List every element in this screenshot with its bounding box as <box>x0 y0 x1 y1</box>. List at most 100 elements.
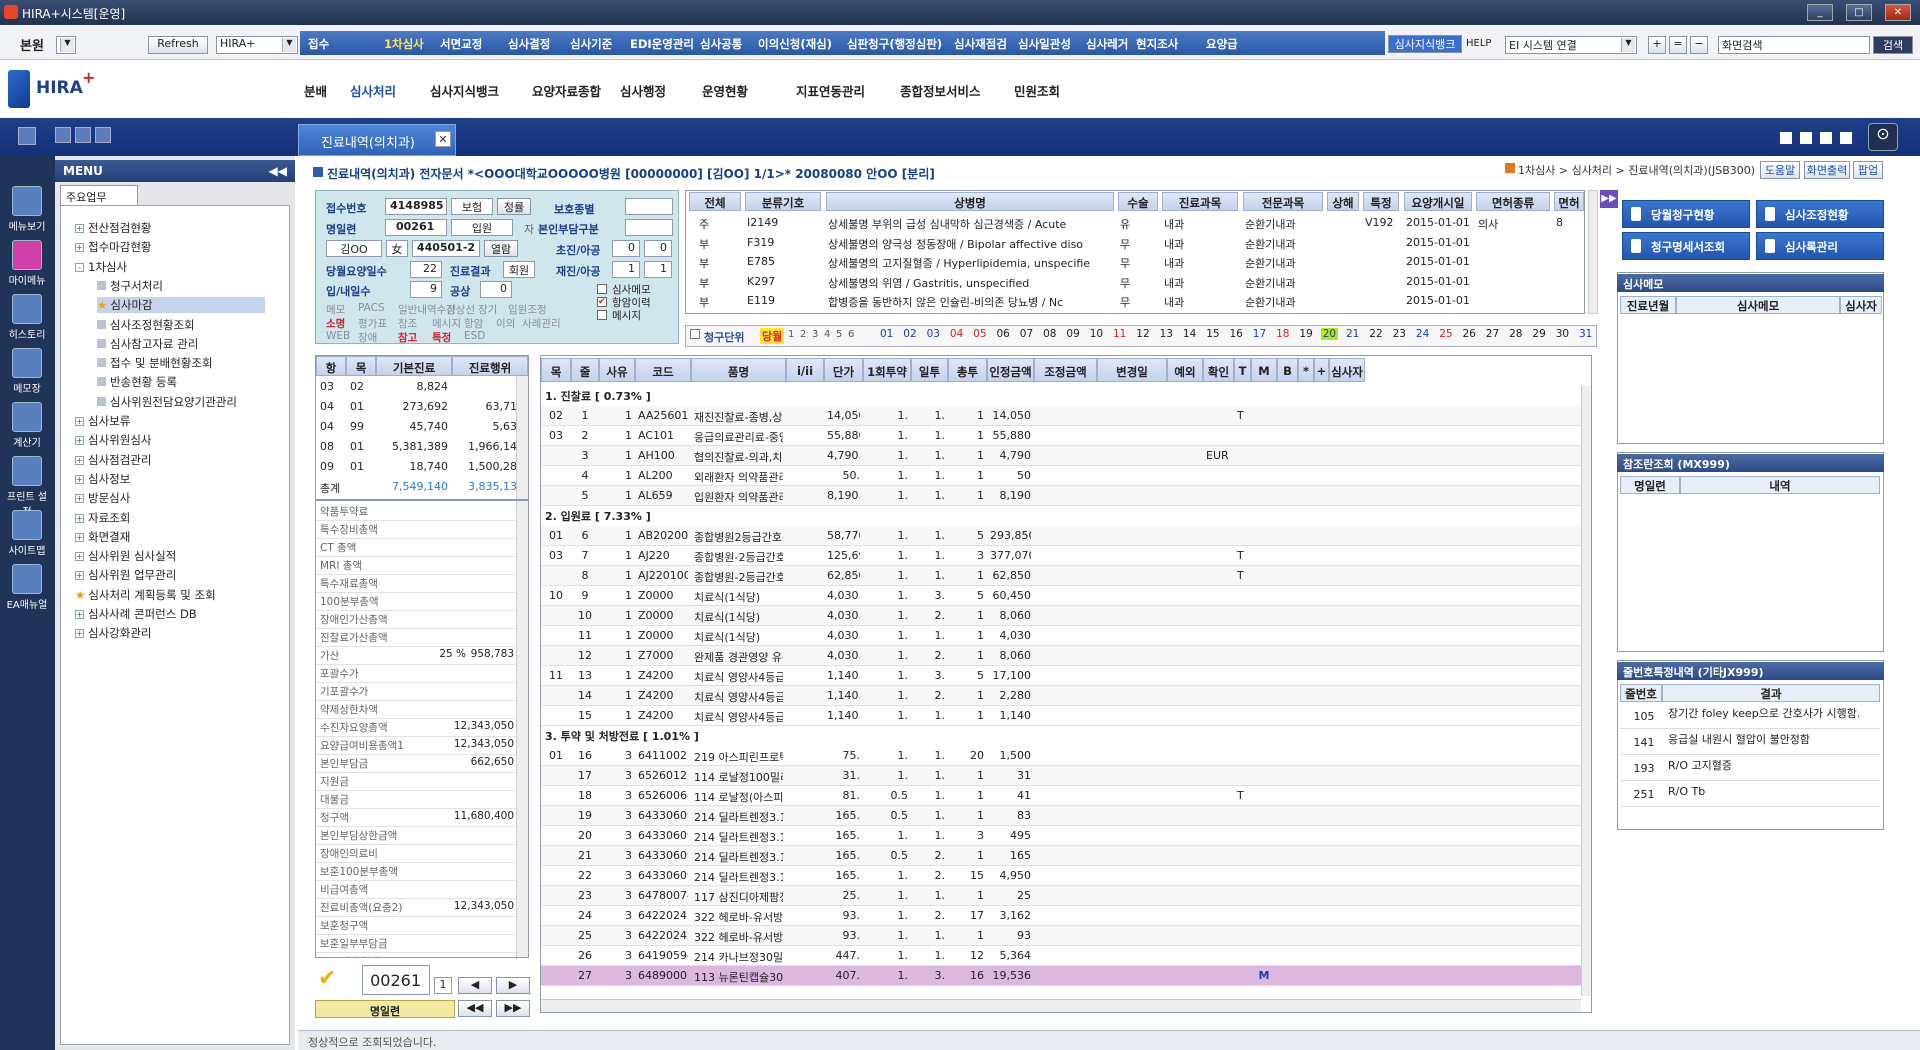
diagnosis-cell[interactable]: 무 <box>1120 236 1160 252</box>
detail-col-header[interactable]: 일투 <box>911 358 948 382</box>
top-menu-item[interactable]: 심사기준 <box>570 36 612 52</box>
unit-number[interactable]: 6 <box>848 329 854 340</box>
detail-col-header[interactable]: 코드 <box>635 358 691 382</box>
diagnosis-cell[interactable]: F319 <box>747 236 823 249</box>
checkbox[interactable]: ✔ <box>597 297 607 307</box>
day-cell[interactable]: 10 <box>1088 328 1105 340</box>
tab-treatment-details[interactable]: 진료내역(의치과) ✕ <box>298 124 456 156</box>
secondary-menu-item[interactable]: 종합정보서비스 <box>900 81 981 100</box>
menu-item[interactable]: 접수 및 분배현황조회 <box>97 355 213 371</box>
close-icon[interactable]: ✕ <box>435 131 451 147</box>
day-cell[interactable]: 24 <box>1414 328 1431 340</box>
detail-col-header[interactable]: i/ii <box>786 358 824 382</box>
detail-col-header[interactable]: 심사자 <box>1329 358 1365 382</box>
unit-number[interactable]: 1 <box>788 329 794 340</box>
unit-number[interactable]: 2 <box>800 329 806 340</box>
day-cell[interactable]: 02 <box>901 328 918 340</box>
diagnosis-cell[interactable]: 유 <box>1120 216 1160 232</box>
day-cell[interactable]: 12 <box>1134 328 1151 340</box>
menu-item[interactable]: + 심사보류 <box>75 413 130 429</box>
maximize-button[interactable]: □ <box>1846 4 1872 21</box>
day-cell[interactable]: 04 <box>948 328 965 340</box>
diagnosis-cell[interactable]: 합병증을 동반하지 않은 인슐린-비의존 당뇨병 / Nc <box>828 294 1116 310</box>
info-link[interactable]: 메모 <box>326 302 345 317</box>
menu-item[interactable]: + 자료조회 <box>75 510 130 526</box>
secondary-menu-item[interactable]: 요양자료종합 <box>532 81 601 100</box>
secondary-menu-item[interactable]: 심사행정 <box>620 81 666 100</box>
detail-v-scrollbar[interactable] <box>1581 386 1591 996</box>
next-button[interactable]: ▶ <box>496 977 530 994</box>
branch-select[interactable]: ▼ <box>56 36 76 54</box>
diagnosis-cell[interactable]: 상세불명의 위염 / Gastritis, unspecified <box>828 275 1116 291</box>
diagnosis-cell[interactable]: 2015-01-01 <box>1406 294 1474 307</box>
expand-icon[interactable]: + <box>75 552 84 562</box>
diagnosis-cell[interactable]: 부 <box>699 294 751 310</box>
expand-icon[interactable]: + <box>75 494 84 504</box>
expand-icon[interactable]: + <box>75 571 84 581</box>
day-cell[interactable]: 17 <box>1251 328 1268 340</box>
diagnosis-cell[interactable]: 8 <box>1556 216 1586 229</box>
diagnosis-cell[interactable]: 주 <box>699 216 751 232</box>
top-menu-item[interactable]: 이의신청(재심) <box>758 36 832 52</box>
layout-icon[interactable] <box>1820 132 1832 144</box>
detail-col-header[interactable]: 총투 <box>948 358 987 382</box>
diagnosis-cell[interactable]: 2015-01-01 <box>1406 236 1474 249</box>
detail-col-header[interactable]: 1회투약 <box>863 358 911 382</box>
protection-type-field[interactable] <box>625 198 673 215</box>
checkbox[interactable] <box>597 310 607 320</box>
home-icon[interactable] <box>55 127 71 143</box>
prev-button[interactable]: ◀ <box>458 977 492 994</box>
system-select[interactable]: EI 시스템 연결 ▼ <box>1505 36 1637 54</box>
day-cell[interactable]: 08 <box>1041 328 1058 340</box>
view-button[interactable]: 열람 <box>484 240 518 257</box>
info-link[interactable]: 입원조정 <box>508 302 547 317</box>
diagnosis-cell[interactable]: 내과 <box>1164 255 1240 271</box>
menu-item[interactable]: + 방문심사 <box>75 490 130 506</box>
menu-item[interactable]: + 심사강화관리 <box>75 625 151 641</box>
detail-col-header[interactable]: M <box>1251 358 1277 382</box>
expand-icon[interactable]: + <box>75 629 84 639</box>
detail-col-header[interactable]: T <box>1234 358 1251 382</box>
diagnosis-cell[interactable]: 내과 <box>1164 294 1240 310</box>
detail-col-header[interactable]: B <box>1277 358 1298 382</box>
expand-icon[interactable]: + <box>75 243 84 253</box>
checkbox[interactable] <box>597 284 607 294</box>
layout-icon[interactable] <box>1780 132 1792 144</box>
diagnosis-cell[interactable]: 내과 <box>1164 216 1240 232</box>
case-nav-input[interactable]: 00261 <box>362 965 430 995</box>
info-link[interactable]: 장기 <box>478 302 497 317</box>
menu-item[interactable]: ★ 심사마감 <box>97 297 265 314</box>
diagnosis-cell[interactable]: 무 <box>1120 275 1160 291</box>
top-menu-item[interactable]: 심사레거 <box>1086 36 1128 52</box>
expand-icon[interactable]: + <box>75 417 84 426</box>
diagnosis-cell[interactable]: 순환기내과 <box>1245 236 1325 252</box>
diagnosis-cell[interactable]: 부 <box>699 275 751 291</box>
menu-item[interactable]: + 심사점검관리 <box>75 452 151 468</box>
info-link[interactable]: 메시지 <box>432 316 461 331</box>
screen-search-input[interactable]: 화면검색 <box>1718 36 1870 54</box>
secondary-menu-item[interactable]: 분배 <box>304 81 327 100</box>
zoom-in-button[interactable]: + <box>1648 36 1666 54</box>
diagnosis-cell[interactable]: 순환기내과 <box>1245 216 1325 232</box>
diagnosis-cell[interactable]: 상세불명의 고지질혈증 / Hyperlipidemia, unspecifie <box>828 255 1116 271</box>
detail-col-header[interactable]: 변경일 <box>1097 358 1167 382</box>
expand-icon[interactable]: + <box>75 610 84 619</box>
diagnosis-cell[interactable]: 순환기내과 <box>1245 255 1325 271</box>
zoom-out-button[interactable]: − <box>1690 36 1708 54</box>
knowledge-bank-button[interactable]: 심사지식뱅크 <box>1388 35 1462 53</box>
search-button[interactable]: 검색 <box>1873 36 1913 54</box>
menu-item[interactable]: + 전산점검현황 <box>75 220 151 236</box>
day-cell[interactable]: 18 <box>1274 328 1291 340</box>
day-cell[interactable]: 07 <box>1018 328 1035 340</box>
day-cell[interactable]: 20 <box>1320 328 1339 340</box>
diagnosis-cell[interactable]: 2015-01-01 <box>1406 216 1474 229</box>
expand-icon[interactable]: + <box>75 532 84 542</box>
day-cell[interactable]: 31 <box>1577 328 1594 340</box>
top-menu-item[interactable]: 심사재점검 <box>954 36 1007 52</box>
day-cell[interactable]: 06 <box>995 328 1012 340</box>
expand-icon[interactable]: + <box>75 474 84 484</box>
day-cell[interactable]: 26 <box>1461 328 1478 340</box>
current-month-label[interactable]: 당월 <box>760 328 785 344</box>
secondary-menu-item[interactable]: 민원조회 <box>1014 81 1060 100</box>
detail-col-header[interactable]: 사유 <box>599 358 635 382</box>
